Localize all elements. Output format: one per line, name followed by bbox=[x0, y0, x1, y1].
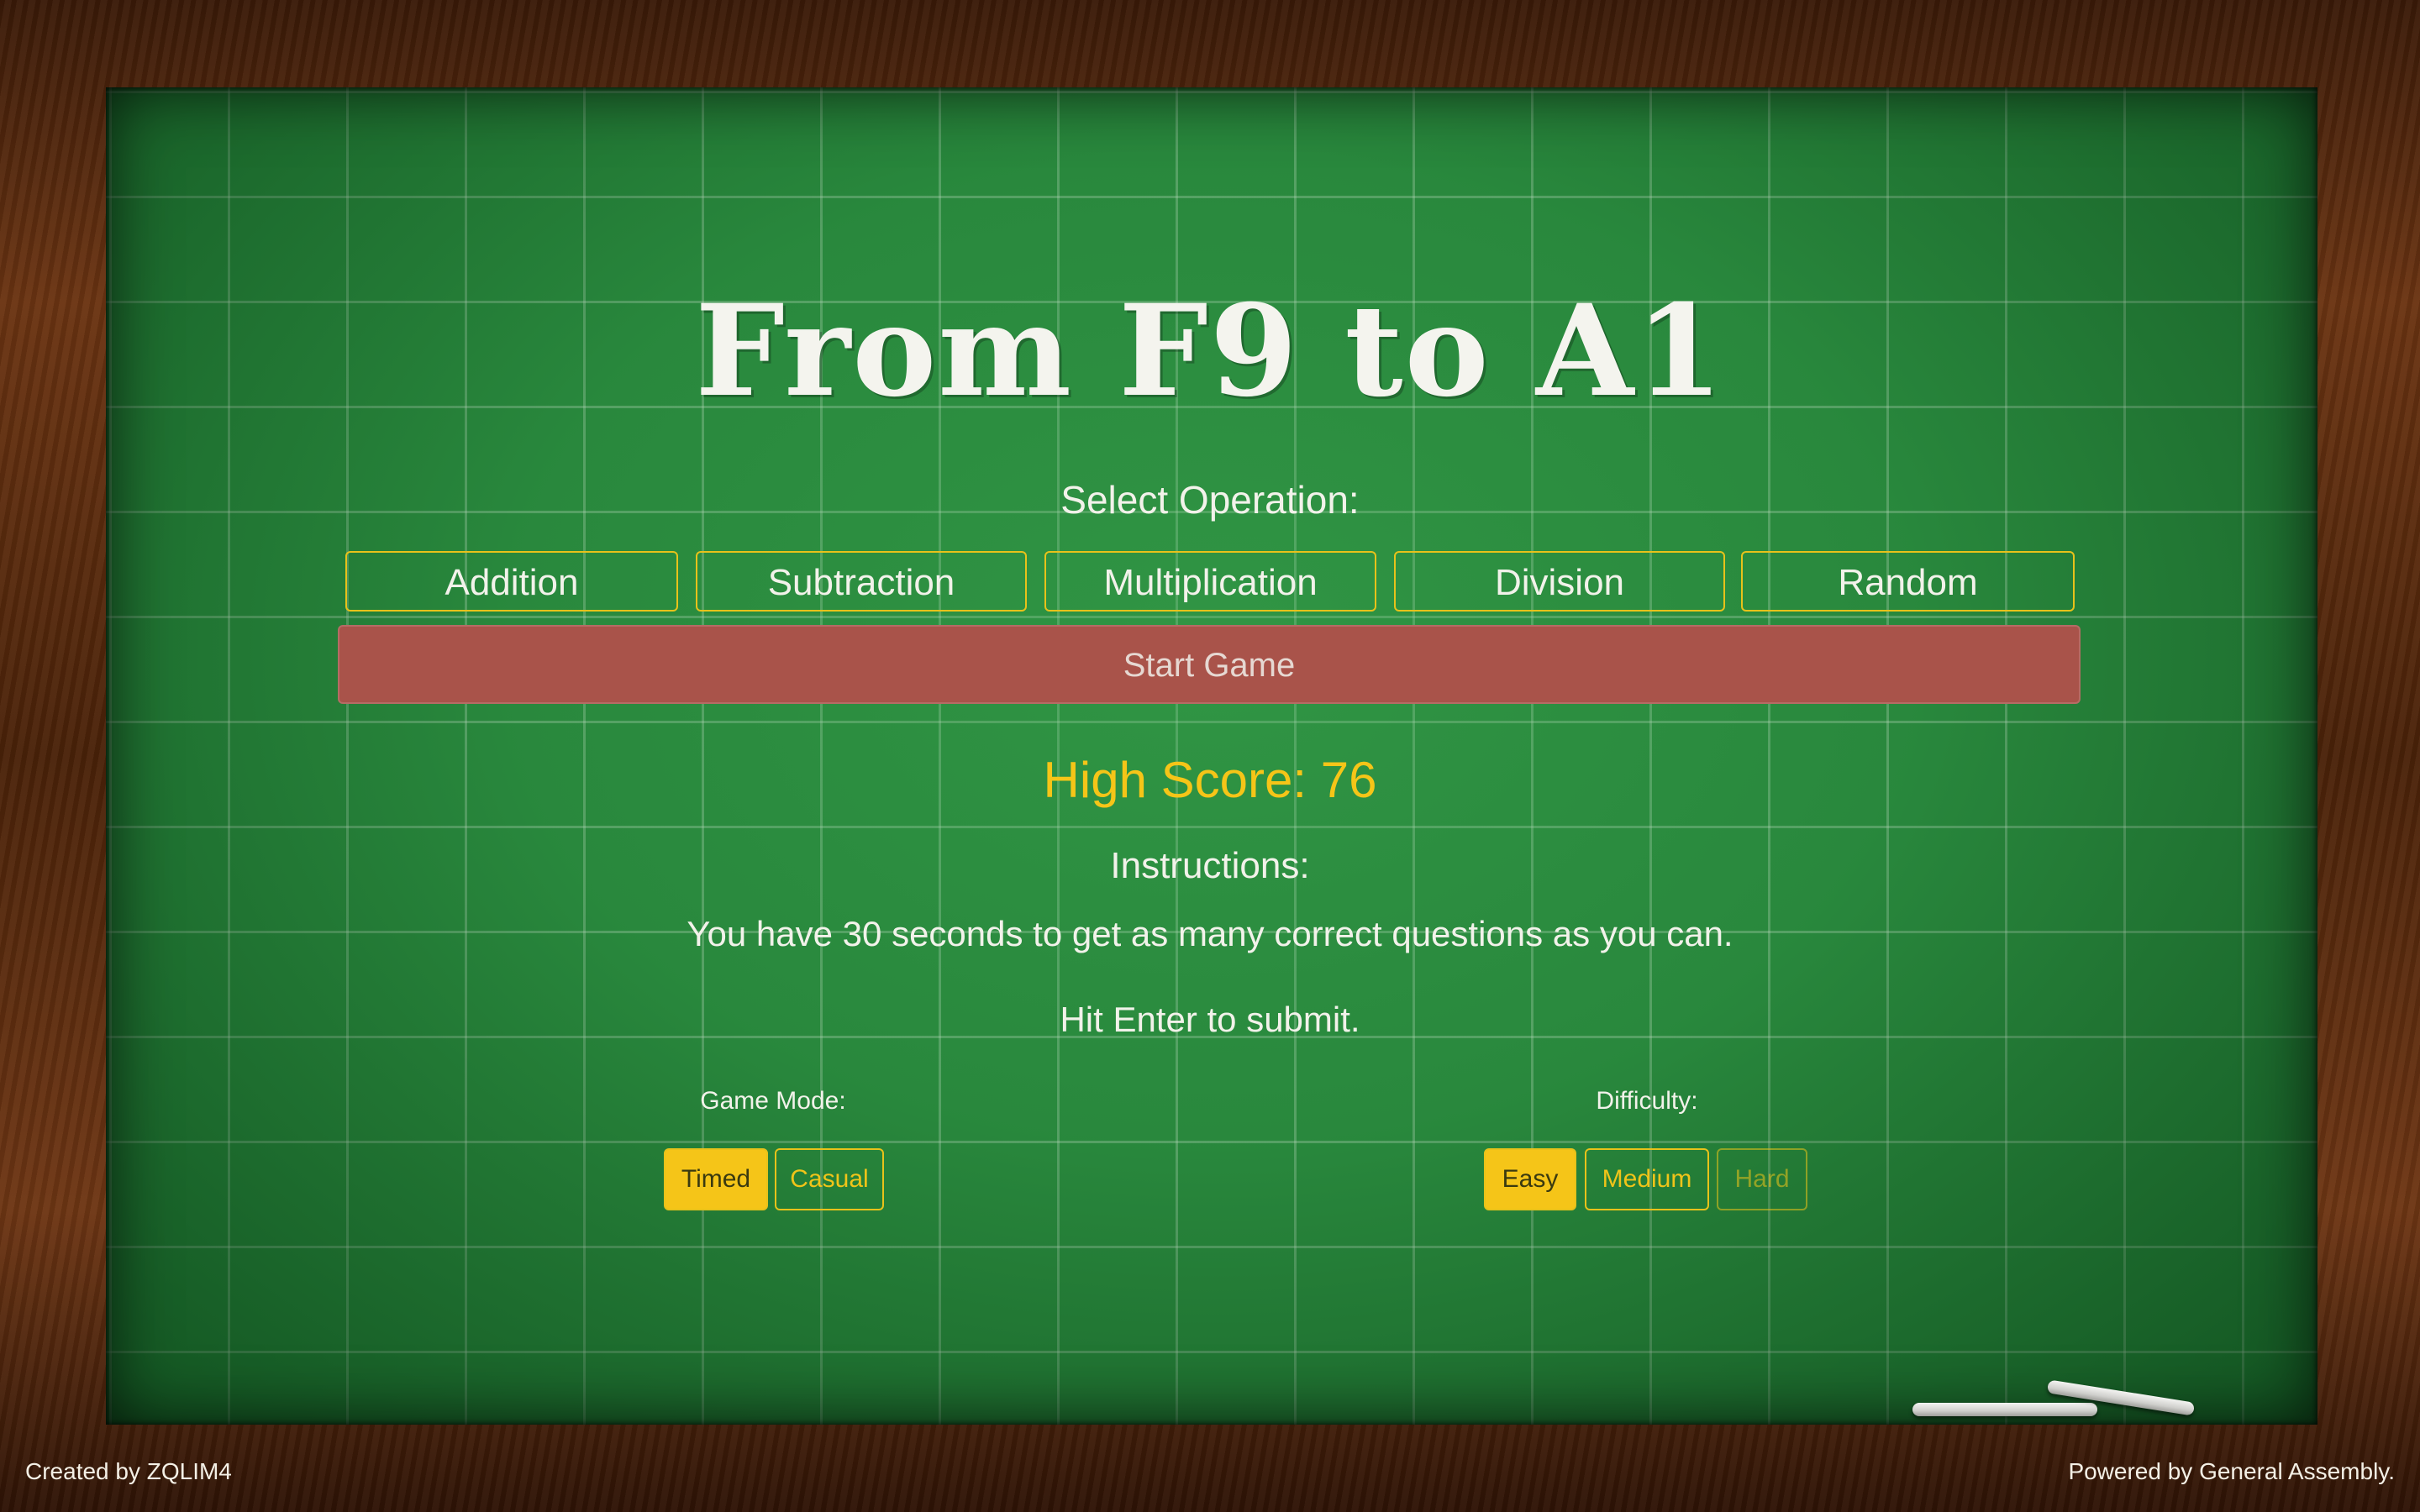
division-button[interactable]: Division bbox=[1394, 551, 1725, 612]
multiplication-button[interactable]: Multiplication bbox=[1044, 551, 1376, 612]
random-button[interactable]: Random bbox=[1741, 551, 2075, 612]
game-title: From F9 to A1 bbox=[695, 277, 1725, 425]
difficulty-label: Difficulty: bbox=[1596, 1087, 1698, 1115]
subtraction-button[interactable]: Subtraction bbox=[696, 551, 1027, 612]
start-game-button[interactable]: Start Game bbox=[338, 625, 2081, 704]
created-by-credit: Created by ZQLIM4 bbox=[25, 1458, 232, 1484]
chalk-stick bbox=[1912, 1403, 2097, 1416]
hard-difficulty-button[interactable]: Hard bbox=[1717, 1148, 1807, 1210]
game-mode-label: Game Mode: bbox=[700, 1087, 846, 1115]
operation-buttons: Addition Subtraction Multiplication Divi… bbox=[345, 551, 2075, 615]
powered-by-credit: Powered by General Assembly. bbox=[2068, 1458, 2395, 1484]
medium-difficulty-button[interactable]: Medium bbox=[1585, 1148, 1709, 1210]
high-score: High Score: 76 bbox=[1043, 752, 1377, 808]
instruction-line: You have 30 seconds to get as many corre… bbox=[687, 914, 1733, 953]
instructions-title: Instructions: bbox=[1110, 845, 1310, 886]
timed-mode-button[interactable]: Timed bbox=[664, 1148, 768, 1210]
easy-difficulty-button[interactable]: Easy bbox=[1484, 1148, 1576, 1210]
casual-mode-button[interactable]: Casual bbox=[775, 1148, 884, 1210]
select-operation-label: Select Operation: bbox=[1060, 478, 1360, 522]
instruction-line: Hit Enter to submit. bbox=[1060, 1000, 1360, 1039]
addition-button[interactable]: Addition bbox=[345, 551, 678, 612]
